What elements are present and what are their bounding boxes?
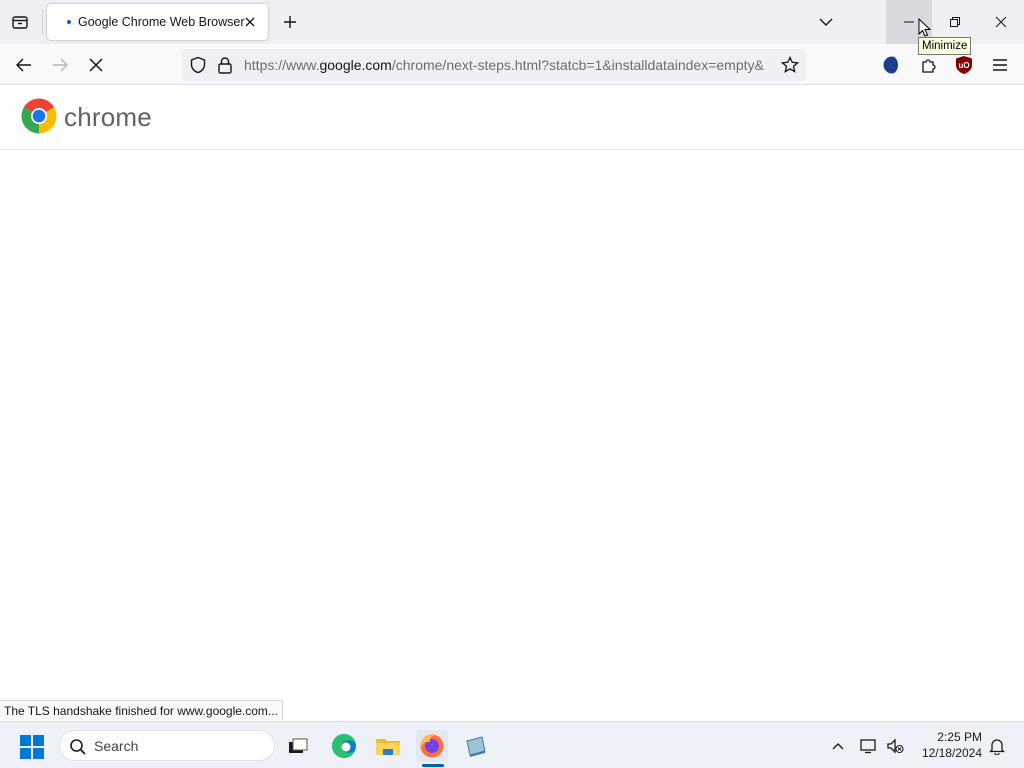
tab-strip: Google Chrome Web Browser	[0, 0, 1024, 44]
web-page: chrome	[0, 85, 1024, 721]
close-icon	[995, 16, 1007, 28]
url-path: /chrome/next-steps.html?statcb=1&install…	[391, 57, 764, 73]
address-bar[interactable]: https://www.google.com/chrome/next-steps…	[182, 49, 806, 81]
close-window-button[interactable]	[978, 0, 1024, 44]
taskbar-search[interactable]: Search	[59, 730, 275, 761]
arrow-left-icon	[16, 58, 31, 72]
network-button[interactable]	[857, 734, 881, 758]
firefox-app-button[interactable]	[416, 730, 448, 762]
forward-button[interactable]	[45, 50, 75, 80]
bookmark-button[interactable]	[780, 55, 800, 75]
task-view-icon	[289, 738, 308, 753]
volume-button[interactable]	[883, 734, 907, 758]
show-hidden-icons-button[interactable]	[826, 734, 850, 758]
svg-text:uO: uO	[958, 61, 969, 70]
clock[interactable]: 2:25 PM 12/18/2024	[912, 729, 982, 761]
list-all-tabs-button[interactable]	[812, 8, 840, 36]
url-prefix: https://www.	[244, 57, 320, 73]
plus-icon	[284, 16, 296, 28]
clock-date: 12/18/2024	[921, 746, 982, 760]
loading-dot-icon	[67, 20, 71, 24]
active-app-indicator	[422, 764, 444, 767]
firefox-view-button[interactable]	[6, 8, 34, 36]
stop-icon	[89, 58, 103, 72]
ublock-button[interactable]: uO	[952, 53, 976, 77]
account-button[interactable]	[880, 53, 904, 77]
clock-time: 2:25 PM	[937, 730, 982, 744]
notifications-button[interactable]	[985, 734, 1009, 758]
page-header: chrome	[0, 85, 1024, 150]
arrow-right-icon	[53, 58, 68, 72]
windows-start-icon[interactable]	[20, 735, 44, 759]
new-tab-button[interactable]	[278, 8, 302, 36]
stop-button[interactable]	[81, 50, 111, 80]
back-button[interactable]	[9, 50, 39, 80]
tab-close-button[interactable]	[240, 12, 260, 32]
edge-icon	[332, 734, 356, 758]
tab-separator	[42, 10, 43, 34]
volume-muted-icon	[887, 738, 904, 754]
close-icon	[245, 17, 255, 27]
minimize-icon	[904, 21, 914, 23]
taskbar: Search 2:25 PM 12/18/2024	[0, 721, 1024, 768]
tab-title: Google Chrome Web Browser	[78, 15, 245, 29]
network-icon	[860, 739, 876, 754]
extensions-button[interactable]	[917, 53, 941, 77]
tab-list-icon	[12, 16, 28, 29]
app-button[interactable]	[460, 730, 492, 762]
star-icon	[781, 56, 799, 73]
chevron-down-icon	[819, 18, 833, 26]
url-text[interactable]: https://www.google.com/chrome/next-steps…	[244, 57, 772, 73]
url-host: google.com	[319, 57, 392, 73]
edge-app-button[interactable]	[328, 730, 360, 762]
search-label: Search	[94, 738, 139, 754]
navigation-toolbar: https://www.google.com/chrome/next-steps…	[0, 44, 1024, 85]
task-view-button[interactable]	[282, 730, 314, 762]
account-icon	[883, 56, 901, 74]
search-icon	[70, 739, 86, 755]
puzzle-icon	[922, 59, 936, 73]
minimize-tooltip: Minimize	[918, 37, 972, 55]
status-panel: The TLS handshake finished for www.googl…	[0, 700, 283, 720]
bell-icon	[989, 739, 1005, 755]
chevron-up-icon	[832, 743, 844, 750]
file-explorer-button[interactable]	[372, 730, 404, 762]
lock-icon[interactable]	[217, 56, 233, 74]
menu-button[interactable]	[988, 53, 1012, 77]
shield-icon[interactable]	[189, 56, 207, 74]
chrome-logo-text[interactable]: chrome	[64, 102, 152, 133]
tab-active[interactable]: Google Chrome Web Browser	[47, 4, 268, 40]
firefox-icon	[420, 734, 444, 758]
app-icon	[466, 736, 486, 757]
hamburger-icon	[993, 59, 1007, 71]
restore-icon	[950, 17, 960, 27]
ublock-icon: uO	[956, 56, 972, 74]
mouse-cursor-icon	[918, 18, 932, 37]
folder-icon	[376, 739, 400, 755]
chrome-logo-icon[interactable]	[21, 98, 57, 134]
